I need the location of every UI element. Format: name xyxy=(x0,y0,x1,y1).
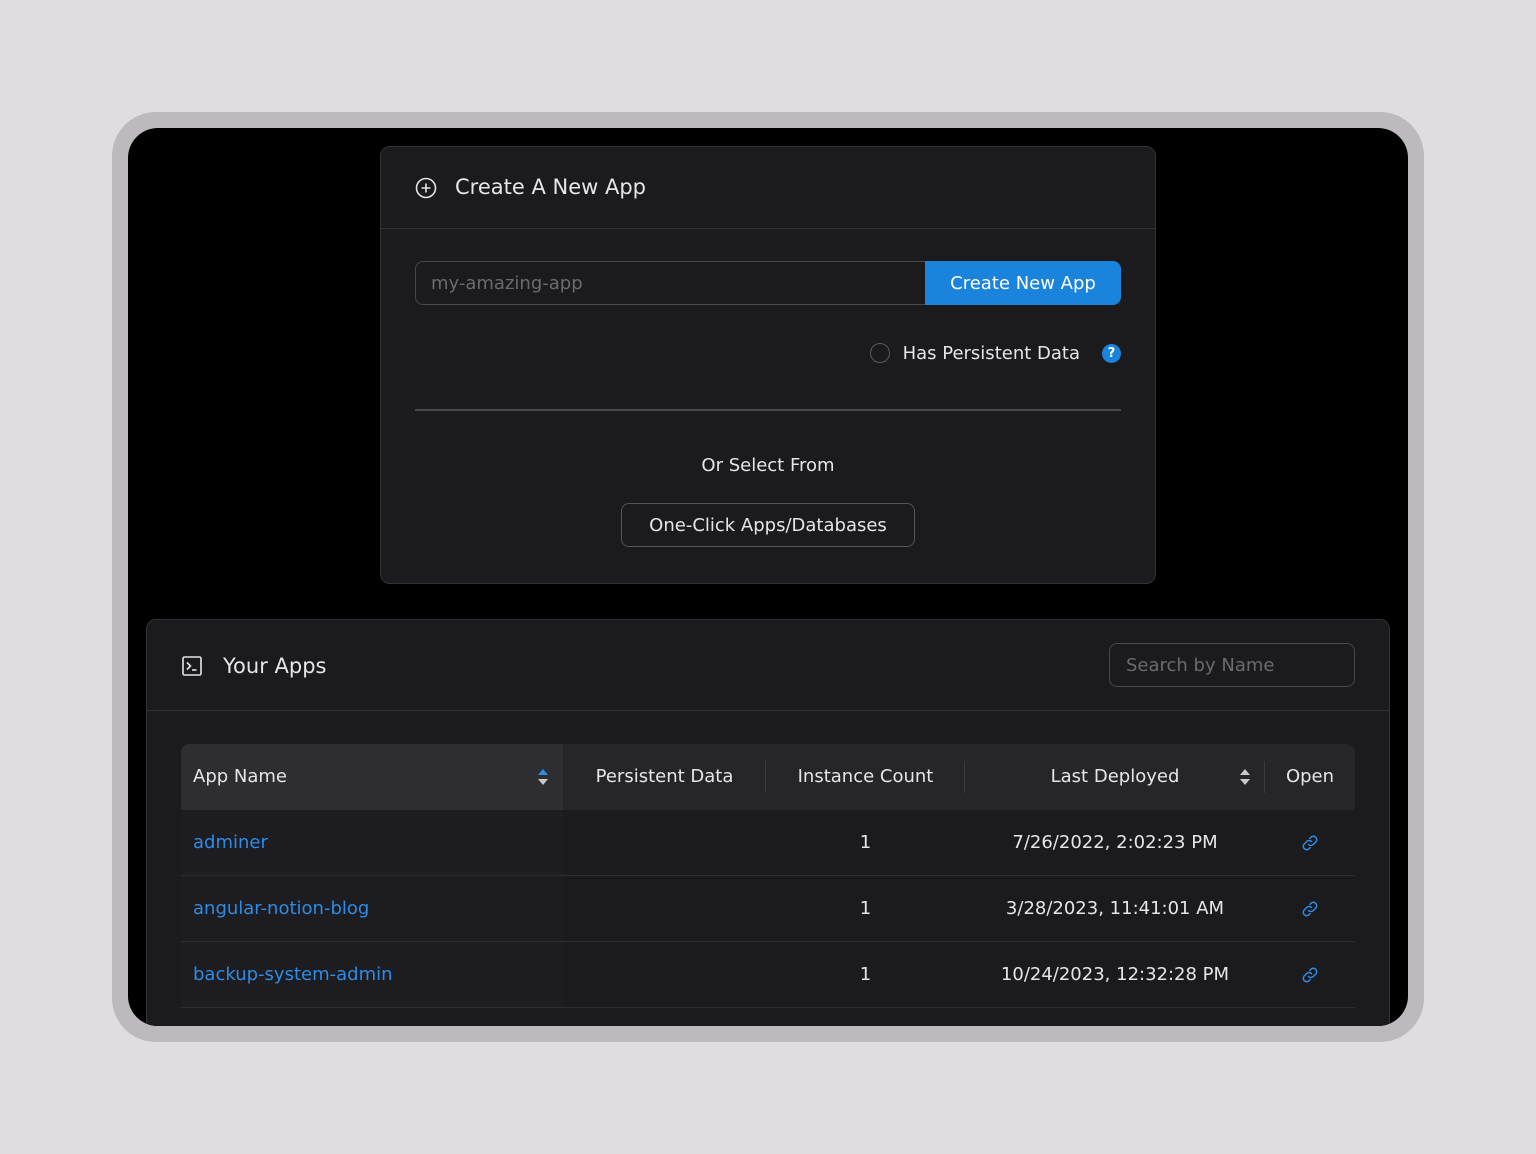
persistent-data-cell xyxy=(563,810,766,875)
plus-circle-icon xyxy=(415,177,437,199)
app-name-input[interactable] xyxy=(415,261,927,305)
app-link[interactable]: angular-notion-blog xyxy=(193,876,369,941)
table-body: adminer 1 7/26/2022, 2:02:23 PM angular-… xyxy=(181,810,1355,1008)
column-last-deployed[interactable]: Last Deployed xyxy=(965,744,1265,810)
instance-count-cell: 1 xyxy=(859,832,872,853)
create-app-title: Create A New App xyxy=(455,175,646,199)
table-row: backup-system-admin 1 10/24/2023, 12:32:… xyxy=(181,942,1355,1008)
question-circle-icon[interactable]: ? xyxy=(1102,343,1121,363)
one-click-apps-button[interactable]: One-Click Apps/Databases xyxy=(621,503,915,547)
column-app-name[interactable]: App Name xyxy=(181,744,563,810)
link-icon[interactable] xyxy=(1301,834,1319,852)
open-cell xyxy=(1265,876,1355,941)
app-name-cell: backup-system-admin xyxy=(181,942,563,1007)
create-new-app-button[interactable]: Create New App xyxy=(925,261,1121,305)
table-row: angular-notion-blog 1 3/28/2023, 11:41:0… xyxy=(181,876,1355,942)
terminal-icon xyxy=(182,656,202,676)
device-frame: Create A New App Create New App Has Pers… xyxy=(112,112,1424,1042)
open-cell xyxy=(1265,810,1355,875)
persistent-data-cell xyxy=(563,876,766,941)
sort-icon[interactable] xyxy=(537,768,549,786)
divider xyxy=(415,409,1121,411)
app-link[interactable]: adminer xyxy=(193,810,268,875)
search-input[interactable] xyxy=(1109,643,1355,687)
app-link[interactable]: backup-system-admin xyxy=(193,942,393,1007)
column-instance-count: Instance Count xyxy=(797,766,934,787)
your-apps-title: Your Apps xyxy=(223,654,327,678)
app-name-cell: adminer xyxy=(181,810,563,875)
instance-count-cell: 1 xyxy=(859,964,872,985)
persistent-data-row: Has Persistent Data ? xyxy=(869,341,1121,365)
or-select-from-label: Or Select From xyxy=(701,455,835,476)
instance-count-cell: 1 xyxy=(859,898,872,919)
last-deployed-cell: 10/24/2023, 12:32:28 PM xyxy=(1000,964,1230,985)
persistent-data-cell xyxy=(563,942,766,1007)
column-persistent-data: Persistent Data xyxy=(595,766,734,787)
column-open: Open xyxy=(1285,766,1335,787)
apps-table: App Name Persistent Data Instance Count … xyxy=(181,744,1355,1008)
open-cell xyxy=(1265,942,1355,1007)
screen: Create A New App Create New App Has Pers… xyxy=(128,128,1408,1026)
column-app-name-label: App Name xyxy=(193,766,287,787)
persistent-data-checkbox[interactable] xyxy=(869,343,890,363)
persistent-data-label[interactable]: Has Persistent Data xyxy=(903,343,1080,364)
your-apps-card: Your Apps App Name Persistent Data Insta… xyxy=(146,619,1390,1026)
last-deployed-cell: 3/28/2023, 11:41:01 AM xyxy=(1005,898,1225,919)
create-app-card-header: Create A New App xyxy=(381,147,1155,229)
link-icon[interactable] xyxy=(1301,900,1319,918)
table-row: adminer 1 7/26/2022, 2:02:23 PM xyxy=(181,810,1355,876)
create-app-card: Create A New App Create New App Has Pers… xyxy=(380,146,1156,584)
your-apps-header: Your Apps xyxy=(147,620,1389,711)
sort-icon[interactable] xyxy=(1239,768,1251,786)
last-deployed-cell: 7/26/2022, 2:02:23 PM xyxy=(1012,832,1218,853)
column-last-deployed-label: Last Deployed xyxy=(1050,766,1180,787)
link-icon[interactable] xyxy=(1301,966,1319,984)
app-name-cell: angular-notion-blog xyxy=(181,876,563,941)
table-header: App Name Persistent Data Instance Count … xyxy=(181,744,1355,810)
